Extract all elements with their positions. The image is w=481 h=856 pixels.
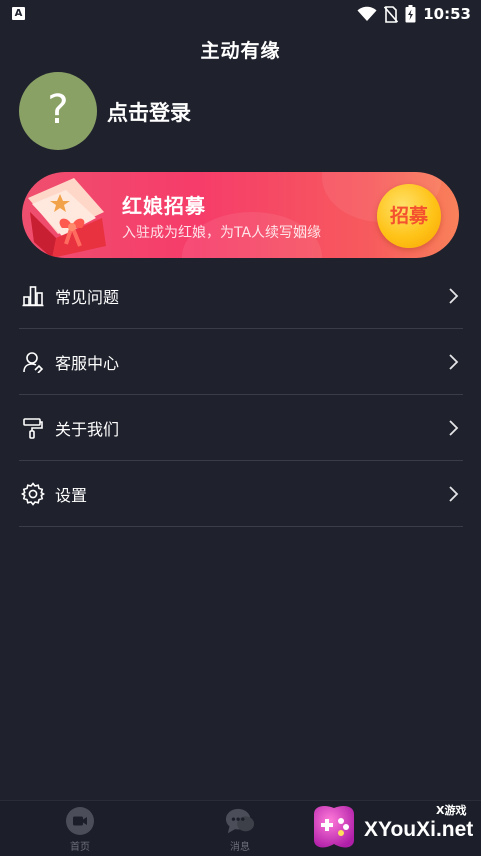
wifi-icon xyxy=(357,6,377,21)
nav-tab-home[interactable]: 首页 xyxy=(40,807,120,853)
user-service-icon xyxy=(20,349,46,375)
video-icon xyxy=(65,807,95,835)
menu-list: 常见问题 客服中心 关于我们 设置 xyxy=(19,263,463,527)
app-notification-icon: A xyxy=(12,7,25,20)
no-sim-icon xyxy=(384,5,399,23)
banner-subtitle: 入驻成为红娘，为TA人续写姻缘 xyxy=(122,225,322,241)
nav-tab-messages[interactable]: 消息 xyxy=(200,807,280,853)
site-watermark: X游戏 XYouXi.net xyxy=(308,796,481,856)
page-title: 主动有缘 xyxy=(200,40,281,62)
paint-roller-icon xyxy=(20,415,46,441)
watermark-brand: XYouXi.net xyxy=(364,818,474,841)
menu-item-settings[interactable]: 设置 xyxy=(19,461,463,527)
status-bar: A 10:53 xyxy=(0,0,481,28)
status-icons: 10:53 xyxy=(357,4,471,24)
chevron-right-icon xyxy=(449,420,459,436)
login-link[interactable]: 点击登录 xyxy=(107,97,191,127)
recruit-button[interactable]: 招募 xyxy=(377,184,441,248)
menu-item-label: 常见问题 xyxy=(55,287,120,307)
chevron-right-icon xyxy=(449,486,459,502)
chat-icon xyxy=(225,807,255,835)
watermark-cn-text: X游戏 xyxy=(436,804,467,817)
chevron-right-icon xyxy=(449,354,459,370)
menu-item-about-us[interactable]: 关于我们 xyxy=(19,395,463,461)
battery-icon xyxy=(405,5,416,23)
menu-item-label: 关于我们 xyxy=(55,419,120,439)
gamepad-logo-icon xyxy=(314,806,354,848)
menu-item-label: 设置 xyxy=(55,485,88,505)
menu-item-label: 客服中心 xyxy=(55,353,120,373)
chevron-right-icon xyxy=(449,288,459,304)
nav-label: 消息 xyxy=(230,842,250,853)
banner-title: 红娘招募 xyxy=(122,194,206,218)
matchmaker-recruit-banner[interactable]: 红娘招募 入驻成为红娘，为TA人续写姻缘 招募 xyxy=(22,172,459,258)
nav-label: 首页 xyxy=(70,842,90,853)
gear-icon xyxy=(20,481,46,507)
menu-item-faq[interactable]: 常见问题 xyxy=(19,263,463,329)
avatar[interactable]: ? xyxy=(19,72,97,150)
clock: 10:53 xyxy=(423,5,471,23)
menu-item-customer-service[interactable]: 客服中心 xyxy=(19,329,463,395)
envelope-gift-icon xyxy=(28,178,106,258)
bar-chart-icon xyxy=(20,283,46,309)
